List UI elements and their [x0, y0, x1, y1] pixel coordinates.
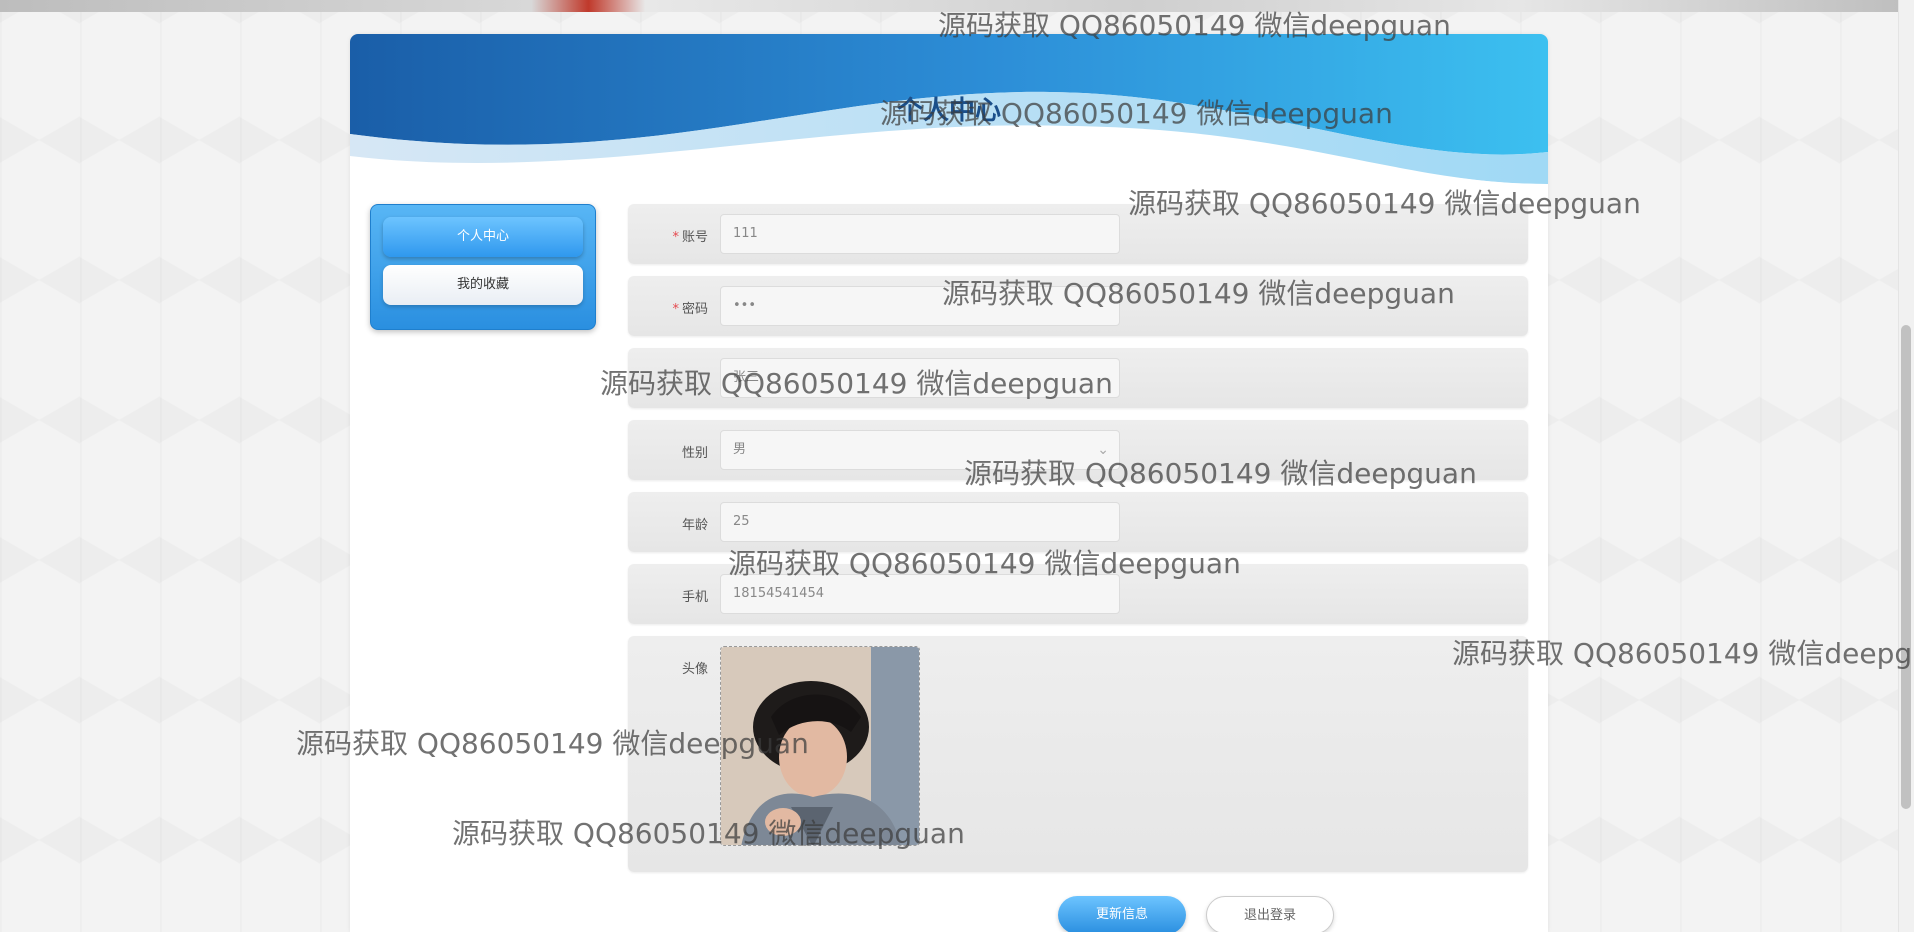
name-field[interactable]: 张三	[720, 358, 1120, 398]
password-field[interactable]: •••	[720, 286, 1120, 326]
password-label: * 密码	[672, 302, 708, 317]
gender-value: 男	[733, 442, 747, 457]
gender-label: 性别	[681, 446, 708, 461]
update-info-button[interactable]: 更新信息	[1058, 896, 1186, 932]
form-row-age: 年龄 25	[628, 492, 1528, 552]
chevron-down-icon: ⌄	[1097, 442, 1109, 458]
form-row-avatar: 头像	[628, 636, 1528, 872]
age-label: 年龄	[681, 518, 708, 533]
logout-button[interactable]: 退出登录	[1206, 896, 1334, 932]
sidebar-item-my-favorites[interactable]: 我的收藏	[383, 265, 583, 305]
form-row-phone: 手机 18154541454	[628, 564, 1528, 624]
scrollbar-thumb[interactable]	[1901, 325, 1911, 809]
avatar-upload[interactable]	[720, 646, 920, 846]
age-field[interactable]: 25	[720, 502, 1120, 542]
vertical-scrollbar[interactable]	[1898, 0, 1914, 932]
required-marker: *	[672, 302, 679, 317]
form-row-gender: 性别 男 ⌄	[628, 420, 1528, 480]
page-title: 个人中心	[896, 95, 1001, 125]
form-row-account: * 账号 111	[628, 204, 1528, 264]
avatar-label: 头像	[681, 662, 708, 677]
required-marker: *	[672, 230, 679, 245]
sidebar-item-personal-center[interactable]: 个人中心	[383, 217, 583, 257]
avatar-image	[721, 647, 919, 845]
side-menu: 个人中心 我的收藏	[370, 204, 596, 330]
phone-label: 手机	[681, 590, 708, 605]
account-field[interactable]: 111	[720, 214, 1120, 254]
profile-panel: 个人中心 个人中心 我的收藏 * 账号 111 * 密码 ••• 张三 性别 男 ⌄…	[350, 34, 1548, 932]
form-row-password: * 密码 •••	[628, 276, 1528, 336]
account-label: * 账号	[672, 230, 708, 245]
form-row-name: 张三	[628, 348, 1528, 408]
gender-select[interactable]: 男 ⌄	[720, 430, 1120, 470]
phone-field[interactable]: 18154541454	[720, 574, 1120, 614]
top-banner-image-strip	[0, 0, 1898, 12]
